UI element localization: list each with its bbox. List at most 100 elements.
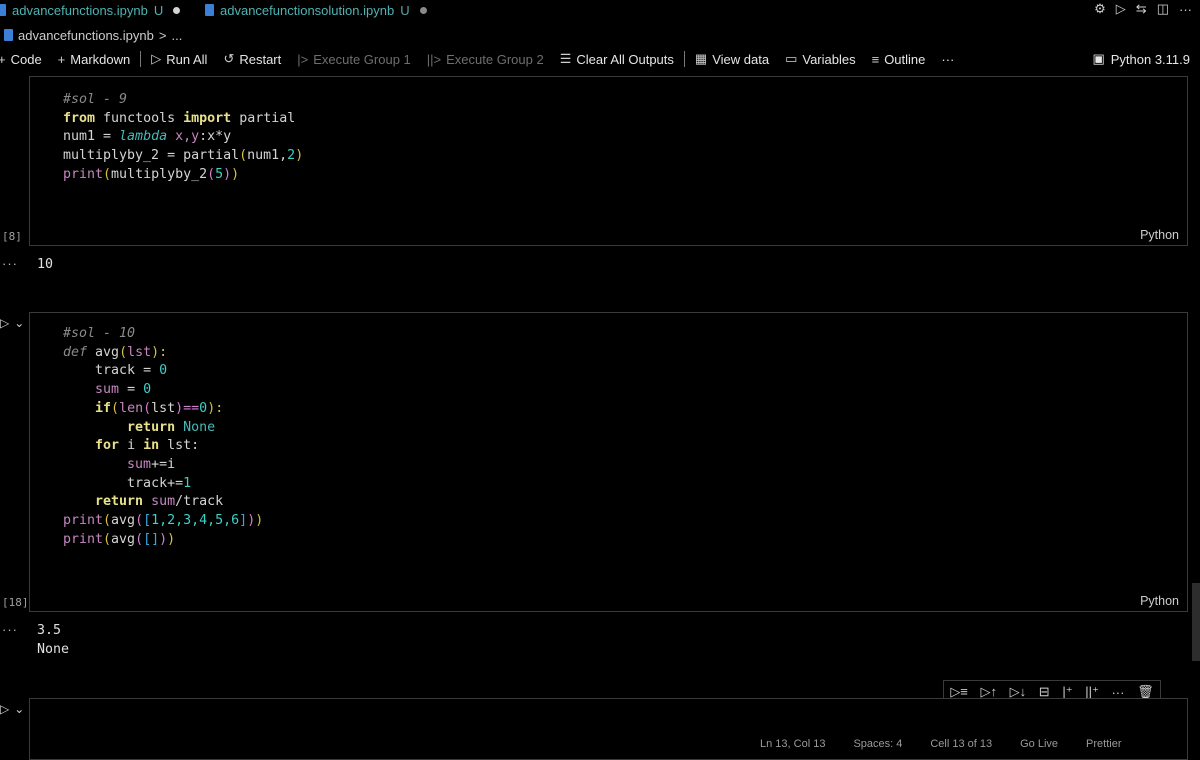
more-icon[interactable]: ··· [1179,2,1192,17]
code-token: ( [103,166,112,182]
code-token: print [63,531,104,547]
execute-group-2-button[interactable]: ||˃ Execute Group 2 [427,52,544,67]
more-icon: ··· [941,51,955,67]
add-markdown-button[interactable]: + Markdown [58,52,131,67]
clear-all-outputs-button[interactable]: ☰ Clear All Outputs [560,51,674,67]
run-cell-icon[interactable]: ▷ [0,316,9,330]
code-token: track [127,475,168,491]
cell-2-output: 3.5 None [37,621,69,659]
cell-2-code[interactable]: #sol - 10 def avg(lst): track = 0 sum = … [63,325,263,549]
code-token: avg [111,513,136,529]
variables-button[interactable]: ▭ Variables [785,51,856,67]
unsaved-dot-icon[interactable] [419,6,427,14]
code-token: += [167,475,184,491]
cell-position[interactable]: Cell 13 of 13 [930,738,992,750]
add-code-label: Code [10,51,42,67]
code-token: ( [239,148,248,164]
code-token: 5 [215,166,224,182]
editor-tab-bar: advancefunctions.ipynb U advancefunction… [0,0,1200,22]
kernel-picker[interactable]: ▣ Python 3.11.9 [1092,48,1190,70]
run-cell-icon[interactable]: ▷ [0,702,9,716]
code-token: /track [175,494,224,510]
chevron-down-icon[interactable]: ⌄ [14,316,24,330]
code-token: ): [207,400,224,416]
run-all-icon: ▷ [151,51,162,66]
clear-outputs-icon: ☰ [559,51,572,66]
breadcrumb-file[interactable]: advancefunctions.ipynb [18,28,154,43]
code-token: 2 [287,148,296,164]
code-token: print [63,513,104,529]
split-icon[interactable]: ◫ [1157,1,1169,17]
execute-above-icon: |˃ [297,51,309,67]
tab-label: advancefunctions.ipynb [12,2,148,18]
notebook-file-icon [4,29,13,41]
tab-advancefunctions[interactable]: advancefunctions.ipynb U [0,0,181,20]
outline-button[interactable]: ≡ Outline [872,52,926,67]
code-token: 1,2,3,4,5,6 [151,513,240,529]
kernel-label: Python 3.11.9 [1110,51,1190,67]
code-token: return [95,494,144,510]
code-cell-2[interactable]: #sol - 10 def avg(lst): track = 0 sum = … [29,312,1188,612]
code-cell-1[interactable]: #sol - 9 from functools import partial n… [29,76,1188,246]
code-token: ( [103,513,112,529]
gear-icon[interactable]: ⚙ [1094,1,1106,17]
cursor-position[interactable]: Ln 13, Col 13 [760,738,825,750]
code-token: x,y [175,129,200,145]
tab-advancefunctionsolution[interactable]: advancefunctionsolution.ipynb U [205,0,427,20]
view-data-button[interactable]: ▦ View data [695,51,769,67]
code-token: for [95,438,120,454]
code-token: ) [159,531,168,547]
execution-count: [8] [2,230,22,243]
execute-below-icon: ||˃ [426,51,442,67]
code-token: = [119,382,144,398]
cell-language-label[interactable]: Python [1140,228,1179,242]
code-token: sum [127,456,152,472]
toolbar-divider [140,51,142,67]
output-line: None [37,642,70,657]
outline-label: Outline [884,51,926,67]
scrollbar-thumb[interactable] [1192,583,1200,661]
output-more-icon[interactable]: ··· [2,256,18,271]
execution-count: [18] [2,596,29,609]
add-code-button[interactable]: + Code [0,52,42,67]
prettier-button[interactable]: Prettier [1086,738,1121,750]
notebook-toolbar: + Code + Markdown ▷ Run All ↺ Restart |˃… [0,48,1200,70]
code-token: print [63,166,104,182]
output-more-icon[interactable]: ··· [2,622,18,637]
cell-3-run-control[interactable]: ▷ ⌄ [0,702,24,716]
notebook-file-icon [205,4,214,16]
code-token: if [95,400,112,416]
code-token: return [127,419,176,435]
view-data-label: View data [712,51,770,67]
breadcrumb-more[interactable]: ... [171,28,182,43]
code-token: )== [175,400,200,416]
chevron-right-icon: > [158,27,167,43]
cell-2-run-control[interactable]: ▷ ⌄ [0,316,24,330]
code-token: num1 = [63,129,120,145]
go-live-button[interactable]: Go Live [1020,738,1058,750]
cell-1-code[interactable]: #sol - 9 from functools import partial n… [63,91,303,185]
tab-status-badge: U [400,2,410,18]
code-cell-3[interactable] [29,698,1188,760]
run-icon[interactable]: ▷ [1116,1,1126,17]
code-token: multiplyby_2 = partial [63,148,240,164]
unsaved-dot-icon[interactable] [173,6,181,14]
code-token: lst: [159,438,200,454]
code-token: ): [151,344,168,360]
code-comment: #sol - 10 [63,326,136,341]
restart-button[interactable]: ↺ Restart [223,51,281,67]
chevron-down-icon[interactable]: ⌄ [14,702,24,716]
indentation[interactable]: Spaces: 4 [853,738,902,750]
clear-all-outputs-label: Clear All Outputs [576,51,674,67]
run-all-label: Run All [166,51,208,67]
cell-language-label[interactable]: Python [1140,594,1179,608]
code-token: ( [103,531,112,547]
execute-group-1-button[interactable]: |˃ Execute Group 1 [297,52,411,67]
run-all-button[interactable]: ▷ Run All [151,51,207,67]
compare-icon[interactable]: ⇆ [1136,1,1147,17]
code-token: ( [143,400,152,416]
toolbar-more-button[interactable]: ··· [941,52,954,67]
toolbar-divider [683,51,685,67]
code-token: 1 [183,475,192,491]
code-token: num1, [247,148,288,164]
